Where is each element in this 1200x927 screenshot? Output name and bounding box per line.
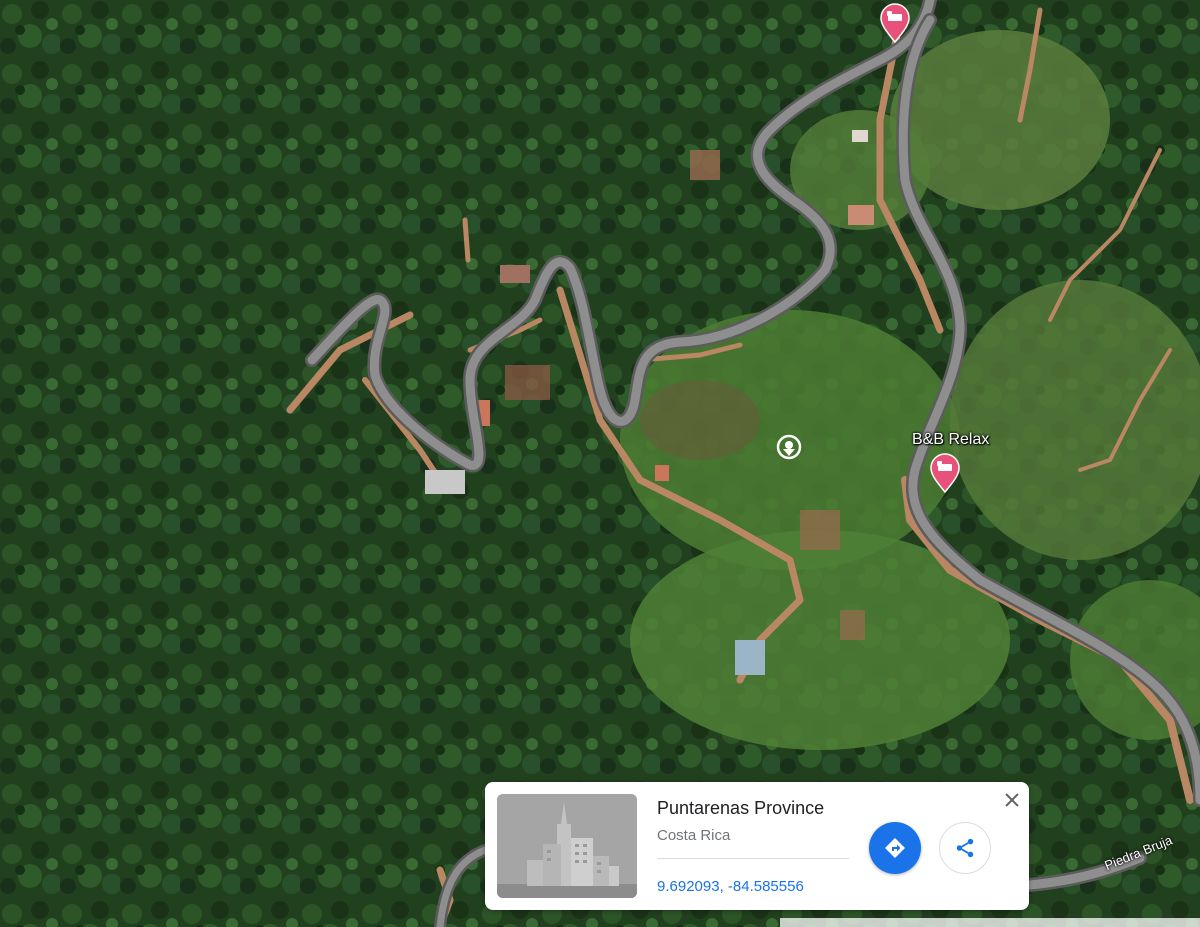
- poi-label-bb-relax[interactable]: B&B Relax: [912, 431, 989, 449]
- directions-button[interactable]: [869, 822, 921, 874]
- close-button[interactable]: [1000, 788, 1024, 812]
- close-icon: [1005, 793, 1019, 807]
- place-title: Puntarenas Province: [657, 798, 825, 818]
- share-button[interactable]: [939, 822, 991, 874]
- place-coordinates[interactable]: 9.692093, -84.585556: [657, 878, 804, 895]
- place-info-card: Puntarenas Province Costa Rica 9.692093,…: [485, 782, 1029, 910]
- city-skyline-icon: [497, 794, 637, 898]
- directions-icon: [885, 838, 905, 858]
- map-attribution-strip: [780, 918, 1200, 927]
- place-thumbnail[interactable]: [497, 794, 637, 898]
- place-subtitle: Costa Rica: [657, 827, 731, 844]
- share-icon: [956, 838, 974, 858]
- card-divider: [657, 858, 849, 859]
